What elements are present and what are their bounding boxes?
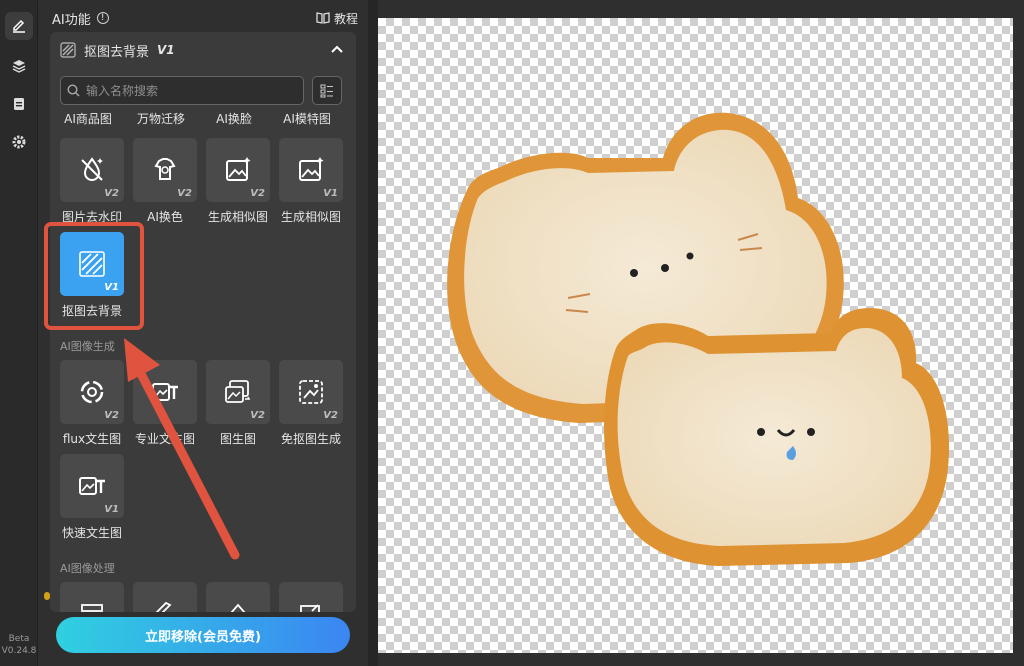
version-badge: V1 [323,188,338,199]
brush-icon [155,601,172,612]
up-arrow-icon [230,603,246,612]
flux-swirl-icon [80,380,104,404]
cutout-free-icon [299,380,323,404]
version-badge: V2 [104,188,119,199]
tool-similar-image-v2[interactable]: V2 [206,138,270,202]
version-number: V0.24.8 [1,646,37,656]
layers-button[interactable] [5,52,33,80]
tool-process-4[interactable] [279,582,343,612]
tool-label[interactable]: AI商品图 [52,110,124,127]
tool-label: 生成相似图 [280,210,341,224]
card-title: 抠图去背景 [84,44,150,60]
panel-header: AI功能 ! 教程 [52,9,358,28]
tool-icon [81,604,103,612]
tutorial-link[interactable]: 教程 [316,10,358,27]
image-canvas[interactable] [378,18,1013,653]
book-icon [316,12,330,24]
watermark-off-icon [81,157,103,181]
card-header[interactable]: 抠图去背景 V1 [50,32,356,68]
version-beta: Beta [8,634,30,644]
version-badge: V2 [250,188,265,199]
list-grid-icon [320,84,333,97]
tool-label[interactable]: 万物迁移 [125,110,197,127]
tool-process-2[interactable] [133,582,197,612]
tool-similar-image-v1[interactable]: V1 [279,138,343,202]
tool-label: 生成相似图 [207,210,268,224]
search-box[interactable] [60,76,304,105]
section-ai-process: AI图像处理 [60,562,115,575]
tool-process-1[interactable] [60,582,124,612]
text-to-image-icon [79,477,105,495]
remove-now-button[interactable]: 立即移除(会员免费) [56,617,350,653]
list-view-toggle[interactable] [312,76,342,105]
app-window: Beta V0.24.8 AI功能 ! 教程 抠图去背景 V1 输入名称搜索 A… [0,0,1024,666]
card-title-version: V1 [157,43,175,57]
tutorial-label: 教程 [333,11,358,26]
image-sparkle-icon [226,157,251,181]
tool-label: 免抠图生成 [280,432,341,446]
bread-image [447,112,950,566]
tool-label[interactable]: AI模特图 [271,110,343,127]
gear-icon [12,135,26,149]
tool-no-cutout-gen[interactable]: V2 [279,360,343,424]
image-sparkle-icon [299,157,324,181]
panel-title: AI功能 [52,12,91,28]
scroll-indicator [44,592,50,600]
expand-icon [300,604,320,612]
clipboard-icon [14,98,24,110]
arrow-annotation [124,338,240,560]
tool-process-3[interactable] [206,582,270,612]
notes-button[interactable] [5,90,33,118]
settings-button[interactable] [5,128,33,156]
search-icon [67,84,80,97]
section-ai-generate: AI图像生成 [60,340,115,353]
edit-tool-button[interactable] [5,12,33,40]
panel-divider[interactable] [368,0,378,666]
tool-ai-recolor[interactable]: V2 [133,138,197,202]
pencil-icon [13,19,25,33]
version-badge: V2 [323,410,338,421]
icon-rail: Beta V0.24.8 [0,0,38,666]
bg-remove-icon [60,42,76,58]
version-badge: V2 [177,188,192,199]
color-palette-icon [154,158,176,180]
top-row-labels: AI商品图 万物迁移 AI换脸 AI模特图 [50,110,356,128]
info-icon[interactable]: ! [96,12,109,24]
layers-icon [12,60,26,73]
tool-label[interactable]: AI换脸 [198,110,270,127]
highlight-annotation [44,222,144,330]
search-input[interactable] [86,83,296,98]
chevron-up-icon[interactable] [330,42,344,56]
tool-watermark-remove[interactable]: V2 [60,138,124,202]
